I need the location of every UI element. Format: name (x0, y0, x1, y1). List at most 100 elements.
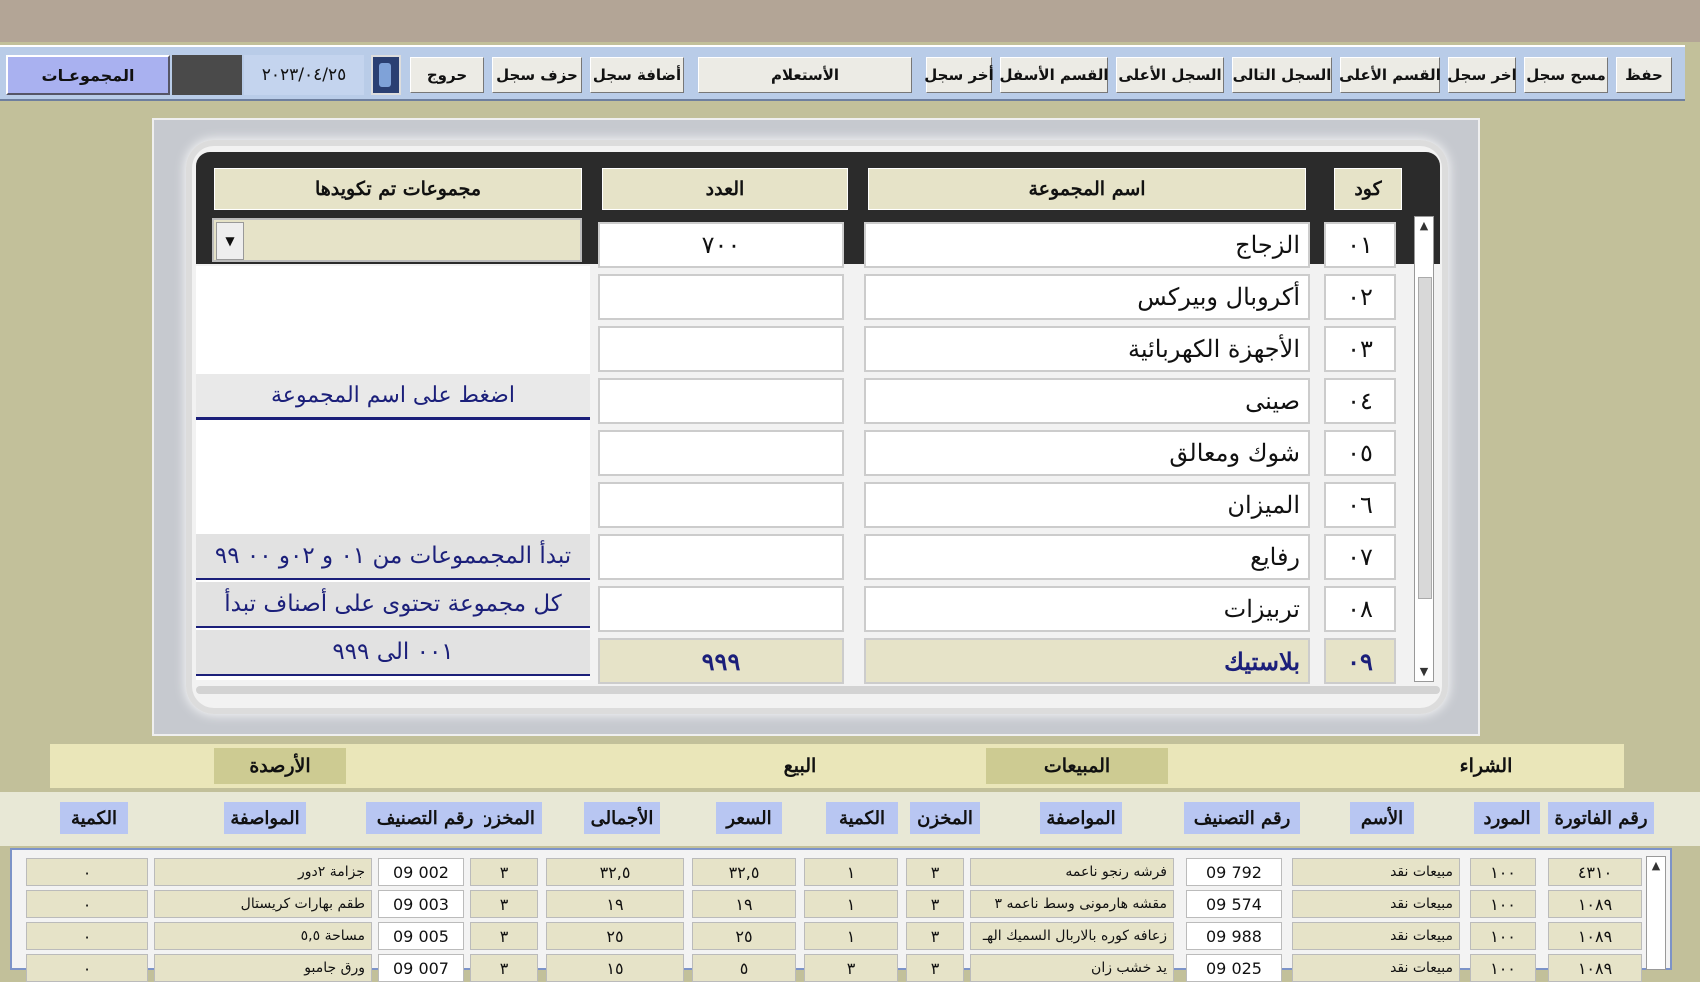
table-cell-store[interactable]: ٣ (906, 890, 964, 918)
upper-section-button[interactable]: القسم الأعلى (1339, 57, 1441, 93)
next-record-button[interactable]: السجل التالى (1232, 57, 1332, 93)
add-record-button[interactable]: أضافة سجل (590, 57, 684, 93)
database-icon[interactable] (371, 55, 401, 95)
table-cell-spec2[interactable]: مساحة ٥,٥ (154, 922, 372, 950)
table-cell-spec2[interactable]: ورق جامبو (154, 954, 372, 982)
group-code-cell[interactable]: ٠٩ (1324, 638, 1396, 684)
group-name-cell[interactable]: الأجهزة الكهربائية (864, 326, 1310, 372)
table-cell-price[interactable]: ٢٥ (692, 922, 796, 950)
table-cell-qty2[interactable]: ٠ (26, 922, 148, 950)
group-name-cell[interactable]: شوك ومعالق (864, 430, 1310, 476)
group-name-cell[interactable]: بلاستيك (864, 638, 1310, 684)
group-count-cell[interactable] (598, 430, 844, 476)
table-cell-qty2[interactable]: ٠ (26, 858, 148, 886)
table-cell-store2[interactable]: ٣ (470, 954, 538, 982)
table-cell-class2[interactable]: 09 002 (378, 858, 464, 886)
table-cell-qty2[interactable]: ٠ (26, 954, 148, 982)
table-cell-name[interactable]: مبيعات نقد (1292, 858, 1460, 886)
group-count-cell[interactable] (598, 326, 844, 372)
table-cell-class[interactable]: 09 988 (1186, 922, 1282, 950)
group-count-cell[interactable] (598, 482, 844, 528)
table-cell-name[interactable]: مبيعات نقد (1292, 922, 1460, 950)
end-record-button[interactable]: اخر سجل (1447, 57, 1517, 93)
table-cell-invoice[interactable]: ١٠٨٩ (1548, 954, 1642, 982)
coded-groups-combo[interactable]: ▼ (212, 218, 582, 262)
query-button[interactable]: الأستعلام (698, 57, 912, 93)
table-cell-name[interactable]: مبيعات نقد (1292, 890, 1460, 918)
table-cell-spec[interactable]: يد خشب زان (970, 954, 1174, 982)
group-code-cell[interactable]: ٠٣ (1324, 326, 1396, 372)
table-cell-qty[interactable]: ١ (804, 922, 898, 950)
table-cell-name[interactable]: مبيعات نقد (1292, 954, 1460, 982)
table-cell-class2[interactable]: 09 003 (378, 890, 464, 918)
table-cell-total[interactable]: ١٥ (546, 954, 684, 982)
table-cell-class[interactable]: 09 025 (1186, 954, 1282, 982)
group-name-cell[interactable]: الميزان (864, 482, 1310, 528)
group-count-cell[interactable] (598, 274, 844, 320)
scroll-thumb[interactable] (1418, 277, 1432, 599)
table-cell-supplier[interactable]: ١٠٠ (1470, 890, 1536, 918)
group-name-cell[interactable]: صينى (864, 378, 1310, 424)
table-cell-qty2[interactable]: ٠ (26, 890, 148, 918)
group-name-cell[interactable]: تربيزات (864, 586, 1310, 632)
table-cell-invoice[interactable]: ٤٣١٠ (1548, 858, 1642, 886)
exit-button[interactable]: حروج (410, 57, 484, 93)
group-name-cell[interactable]: أكروبال وبيركس (864, 274, 1310, 320)
table-cell-supplier[interactable]: ١٠٠ (1470, 922, 1536, 950)
table-cell-qty[interactable]: ١ (804, 890, 898, 918)
save-button[interactable]: حفظ (1616, 57, 1672, 93)
lower-section-button[interactable]: القسم الأسفل (999, 57, 1109, 93)
table-cell-store2[interactable]: ٣ (470, 858, 538, 886)
table-cell-price[interactable]: ٣٢,٥ (692, 858, 796, 886)
table-cell-spec2[interactable]: جزامة ٢دور (154, 858, 372, 886)
table-cell-spec[interactable]: مقشه هارمونى وسط ناعمه ٣ (970, 890, 1174, 918)
table-cell-spec[interactable]: زعافه كوره بالاربال السميك الهـ (970, 922, 1174, 950)
group-count-cell[interactable]: ٩٩٩ (598, 638, 844, 684)
group-code-cell[interactable]: ٠٥ (1324, 430, 1396, 476)
table-cell-price[interactable]: ١٩ (692, 890, 796, 918)
dropdown-arrow-icon[interactable]: ▼ (216, 222, 244, 260)
table-cell-class[interactable]: 09 792 (1186, 858, 1282, 886)
table-cell-qty[interactable]: ٣ (804, 954, 898, 982)
table-cell-qty[interactable]: ١ (804, 858, 898, 886)
table-cell-store2[interactable]: ٣ (470, 890, 538, 918)
table-cell-invoice[interactable]: ١٠٨٩ (1548, 890, 1642, 918)
table-cell-spec2[interactable]: طقم بهارات كريستال (154, 890, 372, 918)
table-cell-total[interactable]: ٣٢,٥ (546, 858, 684, 886)
group-code-cell[interactable]: ٠٢ (1324, 274, 1396, 320)
group-code-cell[interactable]: ٠٨ (1324, 586, 1396, 632)
group-code-cell[interactable]: ٠١ (1324, 222, 1396, 268)
table-cell-class[interactable]: 09 574 (1186, 890, 1282, 918)
table-cell-price[interactable]: ٥ (692, 954, 796, 982)
table-cell-store[interactable]: ٣ (906, 954, 964, 982)
delete-record-button[interactable]: حزف سجل (492, 57, 582, 93)
table-cell-store[interactable]: ٣ (906, 858, 964, 886)
clear-record-button[interactable]: مسح سجل (1524, 57, 1608, 93)
group-count-cell[interactable] (598, 586, 844, 632)
table-cell-total[interactable]: ١٩ (546, 890, 684, 918)
group-count-cell[interactable] (598, 378, 844, 424)
table-cell-supplier[interactable]: ١٠٠ (1470, 858, 1536, 886)
scroll-up-icon[interactable]: ▲ (1415, 217, 1433, 235)
last-record-button[interactable]: أخر سجل (924, 57, 994, 93)
group-count-cell[interactable]: ٧٠٠ (598, 222, 844, 268)
table-cell-spec[interactable]: فرشه رنجو ناعمه (970, 858, 1174, 886)
table-cell-supplier[interactable]: ١٠٠ (1470, 954, 1536, 982)
table-cell-store2[interactable]: ٣ (470, 922, 538, 950)
press-group-name-button[interactable]: اضغط على اسم المجموعة (196, 374, 590, 420)
group-name-cell[interactable]: رفايع (864, 534, 1310, 580)
table-cell-class2[interactable]: 09 007 (378, 954, 464, 982)
table-scroll-up-icon[interactable]: ▲ (1647, 857, 1665, 875)
group-code-cell[interactable]: ٠٤ (1324, 378, 1396, 424)
group-name-cell[interactable]: الزجاج (864, 222, 1310, 268)
scroll-down-icon[interactable]: ▼ (1415, 663, 1433, 681)
groups-scrollbar[interactable]: ▲ ▼ (1414, 216, 1434, 682)
group-count-cell[interactable] (598, 534, 844, 580)
upper-record-button[interactable]: السجل الأعلى (1116, 57, 1224, 93)
table-cell-invoice[interactable]: ١٠٨٩ (1548, 922, 1642, 950)
group-code-cell[interactable]: ٠٧ (1324, 534, 1396, 580)
table-cell-total[interactable]: ٢٥ (546, 922, 684, 950)
group-code-cell[interactable]: ٠٦ (1324, 482, 1396, 528)
table-scrollbar[interactable]: ▲ (1646, 856, 1666, 970)
table-cell-class2[interactable]: 09 005 (378, 922, 464, 950)
